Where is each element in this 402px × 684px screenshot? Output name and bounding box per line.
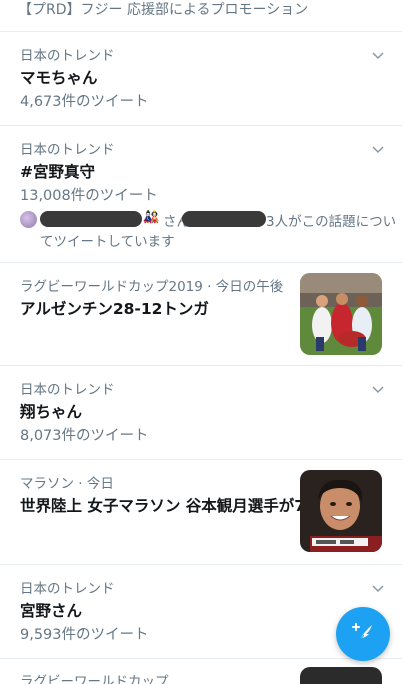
news-thumbnail [300, 273, 382, 355]
chevron-down-icon[interactable] [372, 52, 384, 64]
tweet-count: 13,008件のツイート [20, 188, 158, 204]
chevron-down-icon[interactable] [372, 386, 384, 398]
trend-context: 日本のトレンド [20, 142, 115, 158]
trend-title: マモちゃん [20, 69, 98, 87]
redacted-name [40, 211, 142, 227]
social-context: 🎎 さん 3人がこの話題につい てツイートしています [20, 208, 396, 250]
trend-item[interactable]: 日本のトレンド マモちゃん 4,673件のツイート [0, 32, 402, 126]
trend-context: 日本のトレンド [20, 48, 115, 64]
trend-title: #宮野真守 [20, 163, 95, 181]
news-item-partial[interactable]: ラグビーワールドカップ [0, 664, 402, 684]
social-context-text: てツイートしています [40, 234, 175, 250]
emoji-icon: 🎎 [143, 210, 160, 225]
trend-context: 日本のトレンド [20, 382, 115, 398]
trend-item[interactable]: 日本のトレンド 翔ちゃん 8,073件のツイート [0, 366, 402, 460]
news-title: アルゼンチン28-12トンガ [20, 300, 209, 318]
compose-tweet-icon [350, 619, 376, 649]
trend-title: 宮野さん [20, 602, 83, 620]
trend-context: 日本のトレンド [20, 581, 115, 597]
news-item[interactable]: ラグビーワールドカップ2019 · 今日の午後 アルゼンチン28-12トンガ [0, 263, 402, 366]
redacted-name [182, 211, 266, 227]
trends-feed: 日本のトレンド マモちゃん 4,673件のツイート 日本のトレンド #宮野真守 … [0, 32, 402, 659]
tweet-count: 8,073件のツイート [20, 428, 149, 444]
chevron-down-icon[interactable] [372, 146, 384, 158]
chevron-down-icon[interactable] [372, 585, 384, 597]
avatar [20, 211, 37, 228]
trend-item[interactable]: 日本のトレンド #宮野真守 13,008件のツイート 🎎 さん 3人がこの話題に… [0, 126, 402, 263]
promoted-trend-partial[interactable]: 【プRD】フジー 応援部によるプロモーション [0, 0, 402, 32]
social-context-text: 3人がこの話題につい [266, 214, 397, 230]
tweet-count: 9,593件のツイート [20, 627, 149, 643]
trend-title: 翔ちゃん [20, 403, 83, 421]
tweet-count: 4,673件のツイート [20, 94, 149, 110]
compose-tweet-button[interactable] [336, 607, 390, 661]
news-thumbnail [300, 667, 382, 684]
news-item[interactable]: マラソン · 今日 世界陸上 女子マラソン 谷本観月選手が7位入賞 [0, 460, 402, 565]
promoted-label: 【プRD】フジー 応援部によるプロモーション [18, 2, 309, 18]
news-context: ラグビーワールドカップ [20, 674, 169, 684]
news-thumbnail [300, 470, 382, 552]
